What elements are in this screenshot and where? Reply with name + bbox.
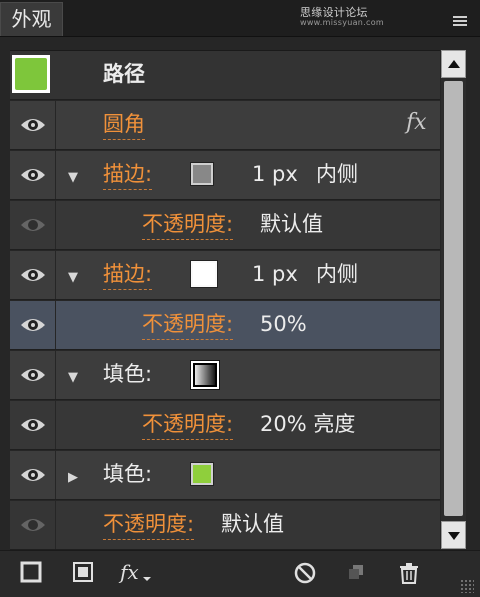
visibility-toggle[interactable]	[10, 351, 56, 399]
tab-appearance[interactable]: 外观	[0, 2, 63, 36]
collapse-triangle-icon[interactable]: ▶	[68, 470, 78, 485]
eye-icon	[21, 519, 45, 531]
path-thumbnail	[12, 55, 50, 93]
expand-triangle-icon[interactable]: ▼	[68, 270, 78, 285]
eye-icon	[21, 219, 45, 231]
visibility-toggle[interactable]	[10, 401, 56, 449]
appearance-header-row[interactable]: 路径	[10, 51, 440, 100]
path-label: 路径	[103, 62, 145, 86]
opacity-link[interactable]: 不透明度:	[103, 510, 195, 540]
add-effect-icon[interactable]: fx	[118, 561, 154, 585]
clear-appearance-icon[interactable]	[293, 561, 317, 585]
opacity-link[interactable]: 不透明度:	[142, 410, 234, 440]
stroke-color-swatch[interactable]	[190, 260, 218, 288]
opacity-value: 50%	[260, 312, 307, 336]
stroke-size[interactable]: 1 px	[252, 260, 298, 288]
eye-icon	[21, 169, 45, 181]
visibility-toggle[interactable]	[10, 451, 56, 499]
visibility-toggle[interactable]	[10, 501, 56, 549]
fx-icon[interactable]: fx	[406, 110, 427, 135]
scroll-up-button[interactable]	[441, 50, 466, 78]
panel-tab-bar: 外观 思缘设计论坛 www.missyuan.com	[0, 0, 480, 37]
duplicate-item-icon[interactable]	[345, 561, 367, 583]
watermark: 思缘设计论坛 www.missyuan.com	[300, 4, 384, 27]
visibility-toggle[interactable]	[10, 101, 56, 149]
add-stroke-icon[interactable]	[20, 561, 42, 583]
stroke-link[interactable]: 描边:	[103, 160, 153, 190]
opacity-value: 默认值	[260, 212, 323, 236]
stroke-size[interactable]: 1 px	[252, 160, 298, 188]
stroke-row-1[interactable]: ▼ 描边: 1 px 内侧	[10, 151, 440, 200]
scroll-down-button[interactable]	[441, 521, 466, 549]
stroke-align: 内侧	[316, 262, 358, 286]
trash-icon[interactable]	[397, 561, 421, 585]
fill-row-2[interactable]: ▶ 填色:	[10, 451, 440, 500]
fill-1-opacity-row[interactable]: 不透明度: 20% 亮度	[10, 401, 440, 450]
visibility-toggle[interactable]	[10, 301, 56, 349]
effect-row-round-corners[interactable]: 圆角 fx	[10, 101, 440, 150]
eye-icon	[21, 269, 45, 281]
expand-triangle-icon[interactable]: ▼	[68, 370, 78, 385]
bottom-toolbar: fx	[0, 550, 480, 597]
stroke-1-opacity-row[interactable]: 不透明度: 默认值	[10, 201, 440, 250]
svg-text:fx: fx	[118, 561, 139, 584]
scroll-thumb[interactable]	[444, 81, 463, 516]
object-opacity-row[interactable]: 不透明度: 默认值	[10, 501, 440, 550]
round-corners-link[interactable]: 圆角	[103, 110, 145, 140]
opacity-link[interactable]: 不透明度:	[142, 210, 234, 240]
resize-grip[interactable]	[460, 579, 474, 593]
appearance-list: 路径 圆角 fx ▼ 描边: 1 px 内侧 不透明度: 默认值 ▼ 描边: 1…	[10, 50, 440, 550]
expand-triangle-icon[interactable]: ▼	[68, 170, 78, 185]
opacity-value: 默认值	[221, 512, 284, 536]
eye-icon	[21, 369, 45, 381]
fill-color-swatch[interactable]	[190, 462, 214, 486]
stroke-link[interactable]: 描边:	[103, 260, 153, 290]
visibility-toggle[interactable]	[10, 151, 56, 199]
eye-icon	[21, 419, 45, 431]
opacity-value: 20% 亮度	[260, 412, 356, 436]
fill-label: 填色:	[103, 362, 153, 386]
fill-label: 填色:	[103, 462, 153, 486]
fill-gradient-swatch[interactable]	[190, 360, 220, 390]
stroke-align: 内侧	[316, 162, 358, 186]
add-fill-icon[interactable]	[72, 561, 94, 583]
eye-icon	[21, 469, 45, 481]
fill-row-1[interactable]: ▼ 填色:	[10, 351, 440, 400]
panel-menu-icon[interactable]	[453, 16, 467, 30]
stroke-color-swatch[interactable]	[190, 162, 214, 186]
eye-icon	[21, 119, 45, 131]
stroke-2-opacity-row[interactable]: 不透明度: 50%	[10, 301, 440, 350]
opacity-link[interactable]: 不透明度:	[142, 310, 234, 340]
stroke-row-2[interactable]: ▼ 描边: 1 px 内侧	[10, 251, 440, 300]
eye-icon	[21, 319, 45, 331]
vertical-scrollbar[interactable]	[441, 50, 466, 549]
watermark-sub: www.missyuan.com	[300, 18, 384, 27]
visibility-toggle[interactable]	[10, 251, 56, 299]
visibility-toggle[interactable]	[10, 201, 56, 249]
